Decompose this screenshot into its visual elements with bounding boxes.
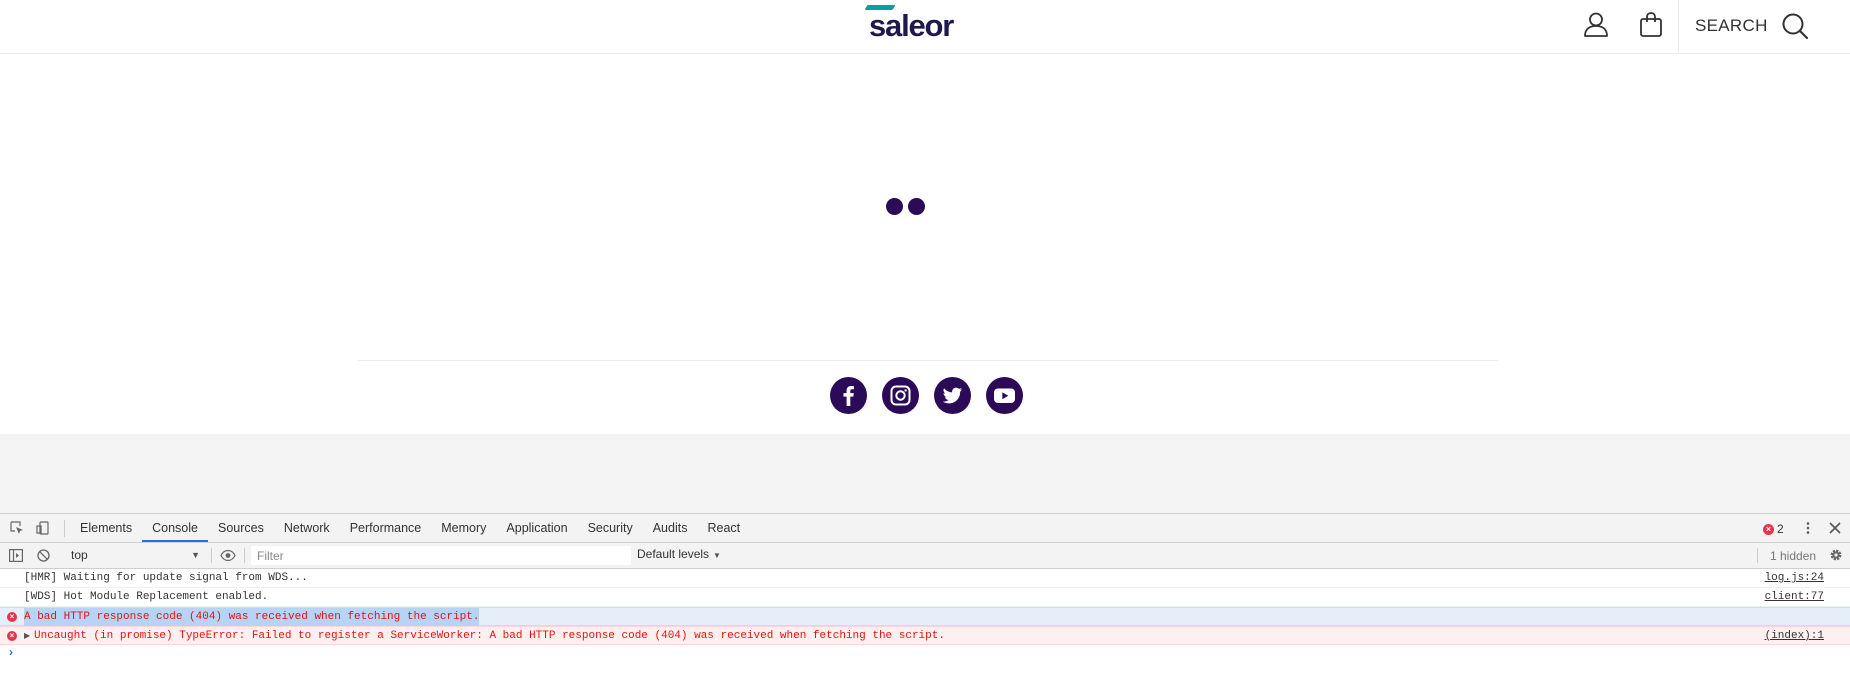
- youtube-icon[interactable]: [986, 377, 1023, 414]
- console-message[interactable]: [HMR] Waiting for update signal from WDS…: [0, 569, 1850, 588]
- close-icon[interactable]: [1829, 522, 1841, 534]
- search-label: SEARCH: [1695, 16, 1768, 35]
- tab-memory[interactable]: Memory: [431, 514, 496, 542]
- more-options-icon[interactable]: [1801, 521, 1815, 535]
- header-divider: [1678, 0, 1679, 54]
- console-prompt-icon[interactable]: ›: [9, 645, 13, 659]
- twitter-icon[interactable]: [934, 377, 971, 414]
- message-text: [WDS] Hot Module Replacement enabled.: [24, 591, 269, 603]
- page-background-band: [0, 434, 1850, 513]
- context-selector[interactable]: top ▼: [62, 546, 206, 565]
- shopping-bag-icon[interactable]: [1638, 11, 1664, 37]
- error-count: 2: [1777, 522, 1784, 536]
- browser-viewport: saleor SEARCH Elements Console Sources N…: [0, 0, 1850, 674]
- search-icon: [1782, 13, 1808, 40]
- context-value: top: [71, 548, 88, 562]
- tab-performance[interactable]: Performance: [340, 514, 432, 542]
- console-sidebar-toggle-icon[interactable]: [9, 549, 23, 562]
- tab-console[interactable]: Console: [142, 514, 208, 542]
- log-levels-dropdown[interactable]: Default levels ▼: [637, 547, 721, 561]
- clear-console-icon[interactable]: [37, 549, 50, 562]
- toolbar-divider: [64, 520, 65, 537]
- loading-indicator: [886, 198, 926, 216]
- logo-text: saleor: [869, 8, 954, 43]
- log-levels-label: Default levels: [637, 547, 710, 561]
- saleor-logo[interactable]: saleor: [864, 4, 966, 44]
- error-count-badge[interactable]: × 2: [1763, 522, 1784, 536]
- message-source-link[interactable]: (index):1: [1765, 627, 1824, 646]
- tab-react[interactable]: React: [697, 514, 750, 542]
- inspect-element-icon[interactable]: [10, 521, 24, 535]
- error-icon: ×: [7, 631, 17, 641]
- console-toolbar: top ▼ Default levels▼ 1 hidden: [0, 543, 1850, 569]
- hidden-messages-count: 1 hidden: [1770, 549, 1817, 563]
- message-text: Uncaught (in promise) TypeError: Failed …: [34, 630, 945, 642]
- user-icon[interactable]: [1583, 11, 1609, 37]
- error-icon: ×: [1763, 523, 1774, 535]
- tab-sources[interactable]: Sources: [208, 514, 274, 542]
- footer-divider: [358, 360, 1498, 361]
- filter-input[interactable]: [251, 546, 631, 565]
- toolbar-divider: [211, 548, 212, 563]
- instagram-icon[interactable]: [882, 377, 919, 414]
- devtools-tabbar: Elements Console Sources Network Perform…: [0, 514, 1850, 543]
- message-source-link[interactable]: client:77: [1765, 588, 1824, 607]
- eye-icon[interactable]: [220, 549, 236, 562]
- toolbar-divider: [244, 548, 245, 563]
- message-source-link[interactable]: log.js:24: [1765, 569, 1824, 588]
- toolbar-divider: [1757, 548, 1758, 563]
- loader-dot: [886, 198, 903, 215]
- tab-application[interactable]: Application: [496, 514, 577, 542]
- search-button[interactable]: SEARCH: [1695, 12, 1809, 40]
- console-message[interactable]: [WDS] Hot Module Replacement enabled. cl…: [0, 588, 1850, 607]
- tab-audits[interactable]: Audits: [643, 514, 698, 542]
- expand-triangle-icon[interactable]: ▶: [24, 627, 30, 646]
- tab-elements[interactable]: Elements: [70, 514, 142, 542]
- console-error-message[interactable]: × A bad HTTP response code (404) was rec…: [0, 607, 1850, 627]
- chevron-down-icon: ▼: [191, 550, 200, 560]
- devtools-tabs: Elements Console Sources Network Perform…: [70, 514, 750, 542]
- chevron-down-icon: ▼: [713, 551, 721, 560]
- gear-icon[interactable]: [1829, 548, 1843, 562]
- error-icon: ×: [7, 612, 17, 622]
- store-header: saleor SEARCH: [0, 0, 1850, 54]
- message-text: A bad HTTP response code (404) was recei…: [24, 608, 480, 627]
- facebook-icon[interactable]: [830, 377, 867, 414]
- devtools-panel: Elements Console Sources Network Perform…: [0, 513, 1850, 674]
- tab-security[interactable]: Security: [578, 514, 643, 542]
- loader-dot: [908, 198, 925, 215]
- tab-network[interactable]: Network: [274, 514, 340, 542]
- message-text: [HMR] Waiting for update signal from WDS…: [24, 572, 308, 584]
- console-messages: [HMR] Waiting for update signal from WDS…: [0, 569, 1850, 674]
- device-toolbar-icon[interactable]: [36, 521, 50, 535]
- console-error-message[interactable]: × ▶ Uncaught (in promise) TypeError: Fai…: [0, 626, 1850, 645]
